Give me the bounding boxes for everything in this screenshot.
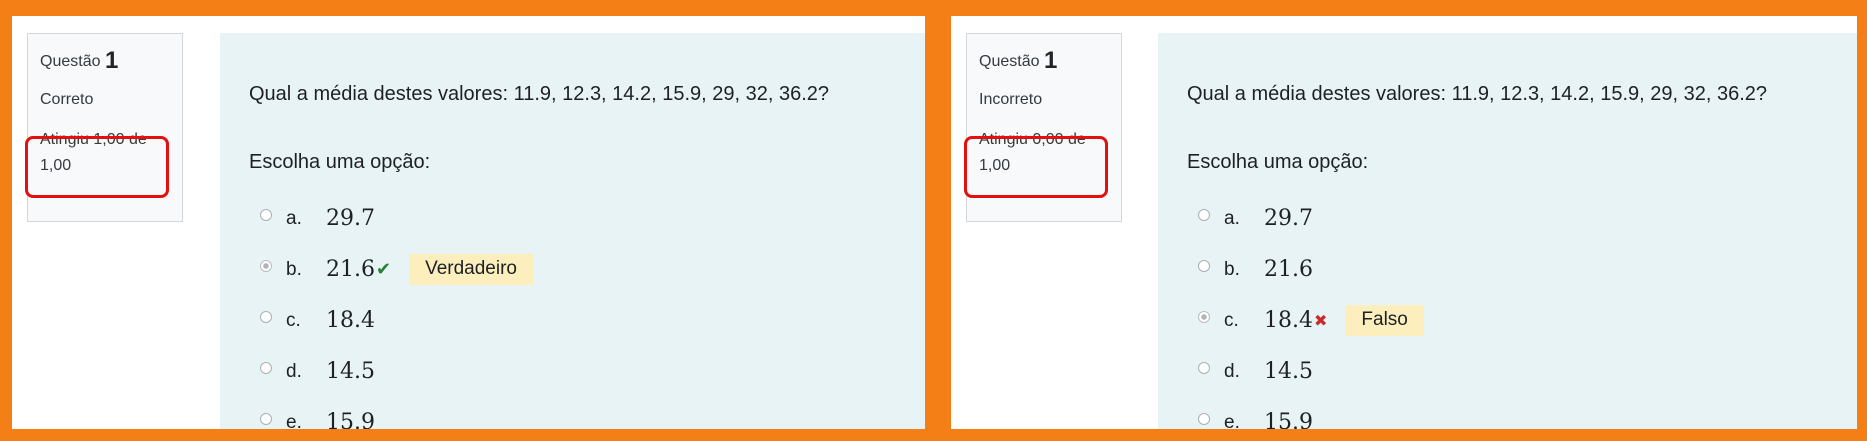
- answer-option-e[interactable]: e. 15.9: [1198, 397, 1424, 429]
- option-letter: c.: [1224, 309, 1239, 331]
- answer-option-d[interactable]: d. 14.5: [1198, 346, 1424, 397]
- choose-option-prompt: Escolha uma opção:: [1187, 151, 1369, 173]
- radio-button[interactable]: [1198, 361, 1210, 374]
- option-value: 18.4: [326, 308, 375, 333]
- answer-option-a[interactable]: a. 29.7: [260, 193, 533, 244]
- question-label: Questão: [40, 53, 101, 70]
- answer-option-c[interactable]: c. 18.4 ✖ Falso: [1198, 295, 1424, 346]
- radio-button[interactable]: [1198, 412, 1210, 425]
- answer-option-a[interactable]: a. 29.7: [1198, 193, 1424, 244]
- feedback-badge-incorrect: Falso: [1345, 305, 1424, 336]
- quiz-panel-incorrect: Questão 1 Incorreto Atingiu 0,00 de 1,00…: [951, 16, 1857, 429]
- option-letter: b.: [286, 258, 302, 280]
- option-letter: e.: [1224, 411, 1240, 430]
- option-value: 29.7: [1264, 206, 1313, 231]
- answer-option-c[interactable]: c. 18.4: [260, 295, 533, 346]
- question-number-value: 1: [1043, 47, 1058, 74]
- option-letter: d.: [286, 360, 302, 382]
- question-number: Questão 1: [40, 48, 170, 75]
- answer-option-b[interactable]: b. 21.6: [1198, 244, 1424, 295]
- answer-option-d[interactable]: d. 14.5: [260, 346, 533, 397]
- radio-button[interactable]: [1198, 259, 1210, 272]
- question-state: Incorreto: [979, 91, 1043, 108]
- answer-option-e[interactable]: e. 15.9: [260, 397, 533, 429]
- option-value: 14.5: [1264, 359, 1313, 384]
- answer-option-b[interactable]: b. 21.6 ✔ Verdadeiro: [260, 244, 533, 295]
- question-info-box: Questão 1 Correto Atingiu 1,00 de 1,00: [25, 33, 183, 222]
- question-text: Qual a média destes valores: 11.9, 12.3,…: [249, 83, 830, 105]
- grade-highlight-box: [964, 136, 1108, 198]
- radio-button[interactable]: [260, 208, 272, 221]
- option-value: 21.6: [1264, 257, 1313, 282]
- question-content: Qual a média destes valores: 11.9, 12.3,…: [1158, 33, 1857, 429]
- option-value: 21.6: [326, 257, 375, 282]
- radio-button[interactable]: [260, 412, 272, 425]
- question-state: Correto: [40, 91, 94, 108]
- quiz-panel-correct: Questão 1 Correto Atingiu 1,00 de 1,00 Q…: [12, 16, 925, 429]
- option-value: 14.5: [326, 359, 375, 384]
- option-letter: a.: [286, 207, 302, 229]
- option-value: 15.9: [326, 410, 375, 429]
- question-label: Questão: [979, 53, 1040, 70]
- grade-highlight-box: [25, 136, 169, 198]
- question-content: Qual a média destes valores: 11.9, 12.3,…: [220, 33, 925, 429]
- feedback-badge-correct: Verdadeiro: [409, 254, 533, 285]
- option-letter: c.: [286, 309, 301, 331]
- choose-option-prompt: Escolha uma opção:: [249, 151, 431, 173]
- check-icon: ✔: [375, 259, 392, 279]
- question-number: Questão 1: [979, 48, 1109, 75]
- answer-list: a. 29.7 b. 21.6 c. 18.4 ✖ Falso d. 14.5: [1198, 193, 1424, 429]
- option-letter: a.: [1224, 207, 1240, 229]
- question-info-box: Questão 1 Incorreto Atingiu 0,00 de 1,00: [964, 33, 1122, 222]
- radio-button[interactable]: [260, 310, 272, 323]
- option-letter: e.: [286, 411, 302, 430]
- option-letter: d.: [1224, 360, 1240, 382]
- option-letter: b.: [1224, 258, 1240, 280]
- radio-button[interactable]: [260, 361, 272, 374]
- radio-button-selected[interactable]: [1198, 310, 1210, 323]
- option-value: 18.4: [1264, 308, 1313, 333]
- cross-icon: ✖: [1313, 312, 1328, 330]
- radio-button[interactable]: [1198, 208, 1210, 221]
- option-value: 15.9: [1264, 410, 1313, 429]
- radio-button-selected[interactable]: [260, 259, 272, 272]
- answer-list: a. 29.7 b. 21.6 ✔ Verdadeiro c. 18.4 d. …: [260, 193, 533, 429]
- question-text: Qual a média destes valores: 11.9, 12.3,…: [1187, 83, 1768, 105]
- option-value: 29.7: [326, 206, 375, 231]
- question-number-value: 1: [104, 47, 119, 74]
